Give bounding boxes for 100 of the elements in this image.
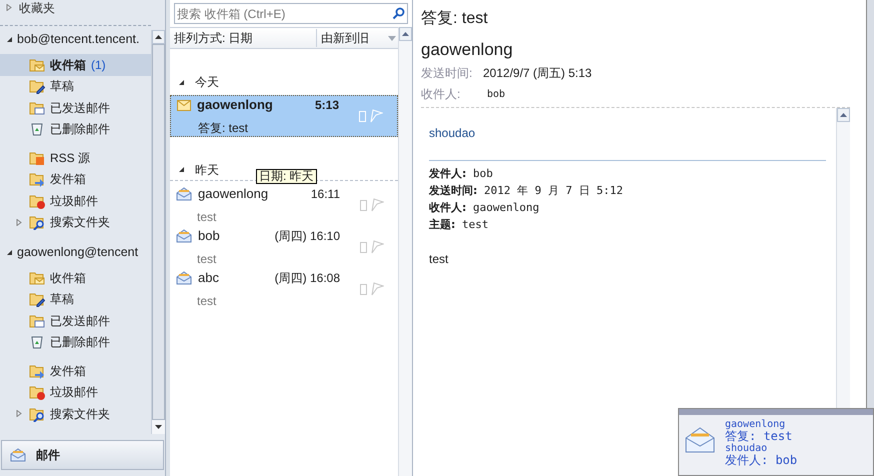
folder-label: 已删除邮件 [50, 121, 110, 138]
sender-name: gaowenlong [198, 185, 268, 204]
folder-icon [29, 56, 45, 73]
folder-item[interactable]: RSS 源 [0, 147, 151, 168]
message-subject: test [196, 292, 218, 310]
envelope-icon [176, 229, 192, 243]
folder-label: 已删除邮件 [50, 334, 110, 352]
folder-item[interactable]: 搜索文件夹 [0, 212, 151, 233]
field-value: 2012/9/7 (周五) 5:13 [483, 65, 592, 82]
folder-icon [29, 214, 45, 230]
collapse-icon[interactable] [6, 248, 13, 256]
favorites-label[interactable]: 收藏夹 [19, 0, 55, 16]
quoted-header-line: 发件人: bob [429, 166, 494, 182]
received-time: (周四) 16:08 [274, 270, 340, 287]
trash-icon [29, 334, 45, 350]
field-value: bob [486, 88, 506, 102]
quoted-header-line: 发送时间: 2012 年 9 月 7 日 5:12 [429, 182, 624, 198]
collapse-icon[interactable] [178, 166, 185, 173]
folder-item[interactable]: 垃圾邮件 [0, 382, 151, 403]
folder-item[interactable]: 已删除邮件 [0, 118, 151, 140]
folder-item[interactable]: 已发送邮件 [0, 97, 151, 118]
folder-label: 已发送邮件 [50, 100, 110, 117]
flag-icon[interactable] [370, 198, 384, 212]
alert-sender: gaowenlong [725, 419, 786, 430]
sort-order-label[interactable]: 由新到旧 [317, 29, 388, 47]
envelope-icon [176, 187, 192, 201]
unread-count: (1) [91, 56, 106, 74]
received-time: (周四) 16:10 [274, 228, 340, 245]
expand-icon[interactable] [16, 410, 23, 418]
scroll-up-icon[interactable] [402, 32, 409, 36]
sender-name: bob [198, 227, 220, 246]
sender-name: gaowenlong [197, 96, 273, 114]
group-header[interactable]: 今天 [195, 73, 219, 91]
trash-icon [29, 121, 45, 138]
folder-icon [29, 312, 45, 329]
new-mail-toast[interactable]: gaowenlong 答复: test shoudao 发件人: bob [678, 408, 874, 476]
body-text: shoudao [429, 124, 476, 142]
folder-item[interactable]: 垃圾邮件 [0, 190, 151, 212]
scroll-up-icon[interactable] [840, 112, 847, 116]
category-box[interactable] [360, 200, 367, 210]
account-label[interactable]: bob@tencent.tencent. [17, 30, 140, 48]
folder-icon [29, 192, 45, 209]
flag-icon[interactable] [370, 282, 384, 296]
collapse-icon[interactable] [178, 78, 185, 86]
received-time: 5:13 [314, 97, 339, 114]
scrollbar[interactable] [398, 27, 412, 476]
account-label[interactable]: gaowenlong@tencent [17, 242, 138, 262]
folder-icon [29, 291, 45, 308]
field-label: 收件人: [421, 86, 462, 103]
envelope-icon [10, 448, 26, 462]
scroll-thumb[interactable] [152, 44, 165, 420]
dropdown-icon[interactable] [388, 36, 396, 40]
expand-icon[interactable] [16, 218, 23, 226]
message-subject: test [196, 208, 218, 226]
folder-icon [29, 406, 45, 422]
search-input[interactable]: 搜索 收件箱 (Ctrl+E) [177, 4, 392, 22]
alert-subject: 答复: test [725, 430, 794, 443]
folder-item[interactable]: 草稿 [0, 76, 151, 97]
folder-label: 搜索文件夹 [50, 214, 110, 232]
alert-preview: 发件人: bob [725, 454, 798, 467]
collapse-icon[interactable] [6, 36, 13, 42]
message-item[interactable]: abc (周四) 16:08 test [170, 268, 398, 310]
folder-label: 发件箱 [50, 362, 86, 380]
folder-item[interactable]: 发件箱 [0, 168, 151, 190]
folder-item[interactable]: 已删除邮件 [0, 332, 151, 353]
sender-name: abc [198, 269, 219, 288]
envelope-icon [685, 427, 715, 453]
envelope-icon [176, 271, 192, 285]
message-subject: test [196, 250, 218, 268]
folder-item[interactable]: 已发送邮件 [0, 310, 151, 332]
folder-icon [29, 171, 45, 188]
folder-label: 发件箱 [50, 171, 86, 188]
group-header[interactable]: 昨天 [195, 160, 219, 178]
folder-item[interactable]: 发件箱 [0, 360, 151, 382]
folder-item[interactable]: 搜索文件夹 [0, 403, 151, 424]
folder-icon [29, 384, 45, 400]
folder-label: 收件箱 [50, 270, 86, 287]
folder-icon [29, 150, 45, 166]
search-icon[interactable] [392, 7, 405, 20]
scroll-down-icon[interactable] [155, 425, 162, 429]
mail-button[interactable]: 邮件 [1, 440, 164, 470]
sort-by-label[interactable]: 排列方式: 日期 [170, 29, 317, 47]
folder-item[interactable]: 收件箱 [0, 267, 151, 288]
folder-label: 搜索文件夹 [50, 406, 110, 423]
folder-label: 已发送邮件 [50, 312, 110, 330]
folder-item[interactable]: 草稿 [0, 288, 151, 310]
scroll-up-icon[interactable] [155, 35, 162, 39]
folder-icon [29, 270, 45, 286]
message-item[interactable]: bob (周四) 16:10 test [170, 226, 398, 268]
flag-icon[interactable] [370, 240, 384, 254]
quoted-header-line: 主题: test [429, 216, 490, 232]
search-field[interactable]: 搜索 收件箱 (Ctrl+E) [174, 3, 408, 24]
folder-label: RSS 源 [50, 150, 90, 167]
body-text: test [429, 250, 450, 268]
received-time: 16:11 [310, 186, 340, 203]
folder-label: 垃圾邮件 [50, 192, 98, 210]
expand-icon[interactable] [6, 4, 13, 11]
category-box[interactable] [360, 242, 367, 252]
category-box[interactable] [360, 284, 367, 294]
folder-item[interactable]: 收件箱 (1) [0, 54, 151, 76]
